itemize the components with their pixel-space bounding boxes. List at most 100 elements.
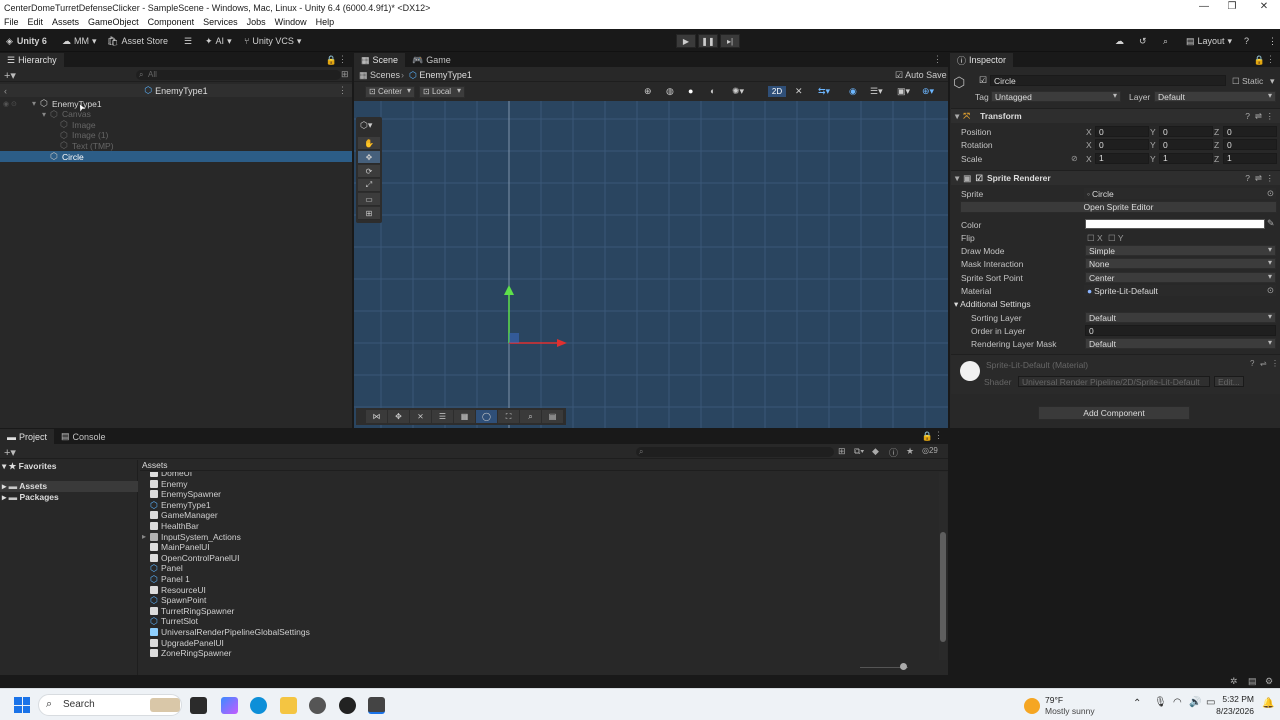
favorite-star-icon[interactable]: ★ [906,446,914,457]
clock-time[interactable]: 5:32 PM [1212,694,1254,704]
tab-scene[interactable]: ▦ Scene [354,53,406,67]
clock-date[interactable]: 8/23/2026 [1203,706,1254,716]
overlay-zoom-button[interactable]: ⌕ [520,410,541,423]
visibility-toggle-icon[interactable]: ◉ ⊙ [3,100,17,108]
foldout-open-icon[interactable]: ▾ [42,110,46,119]
tray-chevron-icon[interactable]: ⌃ [1133,698,1141,709]
search-by-label-icon[interactable]: ⧉▾ [854,446,864,457]
asset-item[interactable]: ⬡ Panel 1 [150,574,190,584]
sprite-object-field[interactable]: ◦ Circle ⊙ [1084,188,1276,199]
project-search-input[interactable] [636,447,834,457]
axis-y-label[interactable]: Y [1150,154,1156,164]
search-filter-icon[interactable]: ⊞ [341,69,349,80]
color-swatch[interactable] [1085,219,1265,229]
settings-app-icon[interactable] [309,697,326,714]
asset-item[interactable]: UniversalRenderPipelineGlobalSettings [150,627,310,637]
breadcrumb-assets[interactable]: Assets [142,460,168,470]
preset-icon[interactable]: ⇌ [1255,111,1262,122]
create-plus-icon[interactable]: +▾ [4,446,16,459]
search-by-type-icon[interactable]: ⊞ [838,446,846,457]
scrollbar-thumb[interactable] [940,532,946,642]
help-icon[interactable]: ? [1245,111,1250,121]
pause-button[interactable]: ❚❚ [698,34,718,48]
axis-y-label[interactable]: Y [1150,127,1156,137]
tool-palette-menu-icon[interactable]: ⬡▾ [360,120,372,131]
axis-y-label[interactable]: Y [1150,140,1156,150]
render-mode-icon[interactable]: ⊕ [644,86,652,97]
object-name-field[interactable]: Circle [990,75,1226,86]
audio-icon[interactable]: ⇆▾ [818,86,830,97]
kebab-icon[interactable]: ⋮ [934,430,943,441]
lock-icon[interactable]: 🔒 [1254,55,1265,66]
ai-button[interactable]: ✦ AI ▾ [205,34,232,48]
tab-hierarchy[interactable]: ☰ Hierarchy [0,53,64,67]
transform-tool-button[interactable]: ⊞ [358,207,380,220]
mask-interaction-dropdown[interactable]: None [1085,258,1276,269]
overlay-move-button[interactable]: ✥ [388,410,409,423]
tab-game[interactable]: 🎮 Game [405,53,458,67]
back-arrow-icon[interactable]: ‹ [4,86,7,96]
tag-dropdown[interactable]: Untagged [991,91,1121,102]
kebab-icon[interactable]: ⋮ [1266,173,1275,184]
axis-x-label[interactable]: X [1086,140,1092,150]
debug-icon[interactable]: ⚙ [1265,676,1273,687]
asset-item[interactable]: OpenControlPanelUI [150,553,239,563]
volume-icon[interactable]: 🔊 [1189,697,1201,708]
maximize-button[interactable]: ❐ [1216,0,1248,15]
axis-z-label[interactable]: Z [1214,140,1219,150]
transform-header[interactable]: ▾ ⤧ Transform ? ⇌ ⋮ [951,108,1280,123]
step-button[interactable]: ▸| [720,34,740,48]
transform-scale-x-field[interactable]: 1 [1095,152,1149,164]
shading-solid-icon[interactable]: ● [688,86,693,96]
unity-editor-icon[interactable] [368,697,385,714]
kebab-icon[interactable]: ⋮ [1271,359,1279,368]
microphone-icon[interactable]: 🎙 [1154,697,1167,708]
hierarchy-item[interactable]: ⬡ Image (1) [0,130,352,141]
sprite-sort-point-dropdown[interactable]: Center [1085,272,1276,283]
weather-temp[interactable]: 79°F [1045,695,1063,705]
asset-item[interactable]: ZoneRingSpawner [150,648,231,658]
camera-icon[interactable]: ▣▾ [897,86,910,97]
transform-scale-z-field[interactable]: 1 [1223,152,1277,164]
hidden-packages-count[interactable]: ◎29 [922,446,938,455]
asset-item[interactable]: ⬡ TurretSlot [150,616,198,626]
account-button[interactable]: ☁ MM ▾ [62,34,97,48]
asset-item[interactable]: Enemy [150,479,187,489]
overlay-nav-button[interactable]: ⛶ [498,410,519,423]
asset-item[interactable]: EnemySpawner [150,489,221,499]
assets-folder-item[interactable]: ▸ ▬ Assets [0,481,138,492]
progress-icon[interactable]: ✲ [1230,676,1238,687]
help-button[interactable]: ? [1244,34,1249,48]
favorites-foldout[interactable]: ▾ ★ Favorites [2,461,56,472]
rect-tool-button[interactable]: ▭ [358,193,380,206]
cache-icon[interactable]: ▤ [1248,676,1257,687]
layer-dropdown[interactable]: Default [1154,91,1276,102]
menu-edit[interactable]: Edit [28,17,44,27]
effects-icon[interactable]: ☰▾ [870,86,883,97]
asset-item[interactable]: ResourceUI [150,585,206,595]
order-in-layer-field[interactable]: 0 [1085,325,1276,336]
hierarchy-item[interactable]: ⬡ Text (TMP) [0,140,352,151]
object-picker-icon[interactable]: ⊙ [1267,188,1274,199]
unity-menu-button[interactable]: ◈ Unity 6 [6,34,47,48]
transform-scale-y-field[interactable]: 1 [1159,152,1213,164]
play-button[interactable]: ▶ [676,34,696,48]
cloud-button[interactable]: ☁ [1115,34,1124,48]
transform-rotation-z-field[interactable]: 0 [1223,139,1277,151]
help-icon[interactable]: ? [1245,173,1250,183]
asset-item[interactable]: DomeUI [150,472,192,478]
scene-viewport[interactable] [354,101,948,428]
shader-dropdown[interactable]: Universal Render Pipeline/2D/Sprite-Lit-… [1018,376,1210,387]
transform-position-x-field[interactable]: 0 [1095,126,1149,137]
menu-gameobject[interactable]: GameObject [88,17,139,27]
rotate-tool-button[interactable]: ⟳ [358,165,380,178]
kebab-icon[interactable]: ⋮ [933,54,942,65]
overlay-tile-button[interactable]: ⨯ [410,410,431,423]
shading-lit-icon[interactable]: ◐ [710,86,715,96]
breadcrumb-prefab[interactable]: ⬡ EnemyType1 [409,70,472,81]
label-icon[interactable]: ◆ [872,446,879,457]
axis-x-label[interactable]: X [1086,154,1092,164]
asset-item[interactable]: TurretRingSpawner [150,606,234,616]
menu-component[interactable]: Component [148,17,195,27]
tab-inspector[interactable]: ⓘ Inspector [950,53,1014,67]
